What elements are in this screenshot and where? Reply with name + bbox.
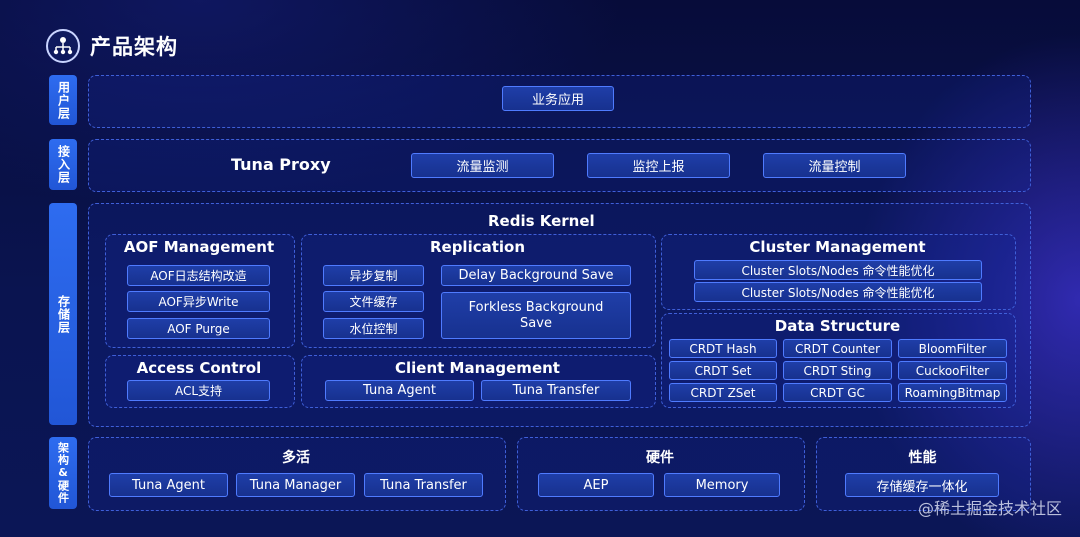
traffic-monitor-button[interactable]: 流量监测 xyxy=(411,153,554,178)
acl-button[interactable]: ACL支持 xyxy=(127,380,270,401)
hardware-item[interactable]: Memory xyxy=(664,473,780,497)
delay-bg-save-button[interactable]: Delay Background Save xyxy=(441,265,631,286)
ds-item[interactable]: CRDT Counter xyxy=(783,339,892,358)
watermark: @稀土掘金技术社区 xyxy=(917,499,1062,518)
client-item[interactable]: Tuna Transfer xyxy=(481,380,631,401)
ds-item[interactable]: CRDT ZSet xyxy=(669,383,777,402)
redis-kernel-title: Redis Kernel xyxy=(488,212,595,230)
aof-item[interactable]: AOF异步Write xyxy=(127,291,270,312)
client-item[interactable]: Tuna Agent xyxy=(325,380,474,401)
monitor-report-button[interactable]: 监控上报 xyxy=(587,153,730,178)
client-mgmt-title: Client Management xyxy=(395,359,560,377)
page-title: 产品架构 xyxy=(90,35,178,59)
ds-item[interactable]: RoamingBitmap xyxy=(898,383,1007,402)
traffic-control-button[interactable]: 流量控制 xyxy=(763,153,906,178)
forkless-bg-save-button[interactable]: Forkless Background Save xyxy=(441,292,631,339)
ds-item[interactable]: CRDT Set xyxy=(669,361,777,380)
ds-item[interactable]: BloomFilter xyxy=(898,339,1007,358)
aof-title: AOF Management xyxy=(123,238,275,256)
multi-item[interactable]: Tuna Manager xyxy=(236,473,355,497)
multi-active-title: 多活 xyxy=(282,450,310,466)
business-app-button[interactable]: 业务应用 xyxy=(502,86,614,111)
multi-item[interactable]: Tuna Agent xyxy=(109,473,228,497)
cluster-item[interactable]: Cluster Slots/Nodes 命令性能优化 xyxy=(694,260,982,280)
aof-item[interactable]: AOF Purge xyxy=(127,318,270,339)
access-control-title: Access Control xyxy=(136,359,262,377)
hardware-title: 硬件 xyxy=(646,450,674,466)
replication-item[interactable]: 文件缓存 xyxy=(323,291,424,312)
ds-item[interactable]: CRDT Hash xyxy=(669,339,777,358)
aof-item[interactable]: AOF日志结构改造 xyxy=(127,265,270,286)
ds-item[interactable]: CuckooFilter xyxy=(898,361,1007,380)
replication-item[interactable]: 水位控制 xyxy=(323,318,424,339)
architecture-icon xyxy=(46,29,80,63)
tuna-proxy-label: Tuna Proxy xyxy=(231,155,331,174)
layer-tab-arch: 架构&硬件 xyxy=(49,437,77,509)
layer-tab-user: 用户层 xyxy=(49,75,77,125)
cluster-title: Cluster Management xyxy=(749,238,926,256)
performance-item[interactable]: 存储缓存一体化 xyxy=(845,473,999,497)
layer-tab-storage: 存储层 xyxy=(49,203,77,425)
ds-item[interactable]: CRDT GC xyxy=(783,383,892,402)
replication-item[interactable]: 异步复制 xyxy=(323,265,424,286)
layer-tab-access: 接入层 xyxy=(49,139,77,190)
cluster-item[interactable]: Cluster Slots/Nodes 命令性能优化 xyxy=(694,282,982,302)
performance-title: 性能 xyxy=(908,450,937,466)
replication-title: Replication xyxy=(429,238,526,256)
data-structure-title: Data Structure xyxy=(774,317,901,335)
hardware-item[interactable]: AEP xyxy=(538,473,654,497)
ds-item[interactable]: CRDT Sting xyxy=(783,361,892,380)
multi-item[interactable]: Tuna Transfer xyxy=(364,473,483,497)
